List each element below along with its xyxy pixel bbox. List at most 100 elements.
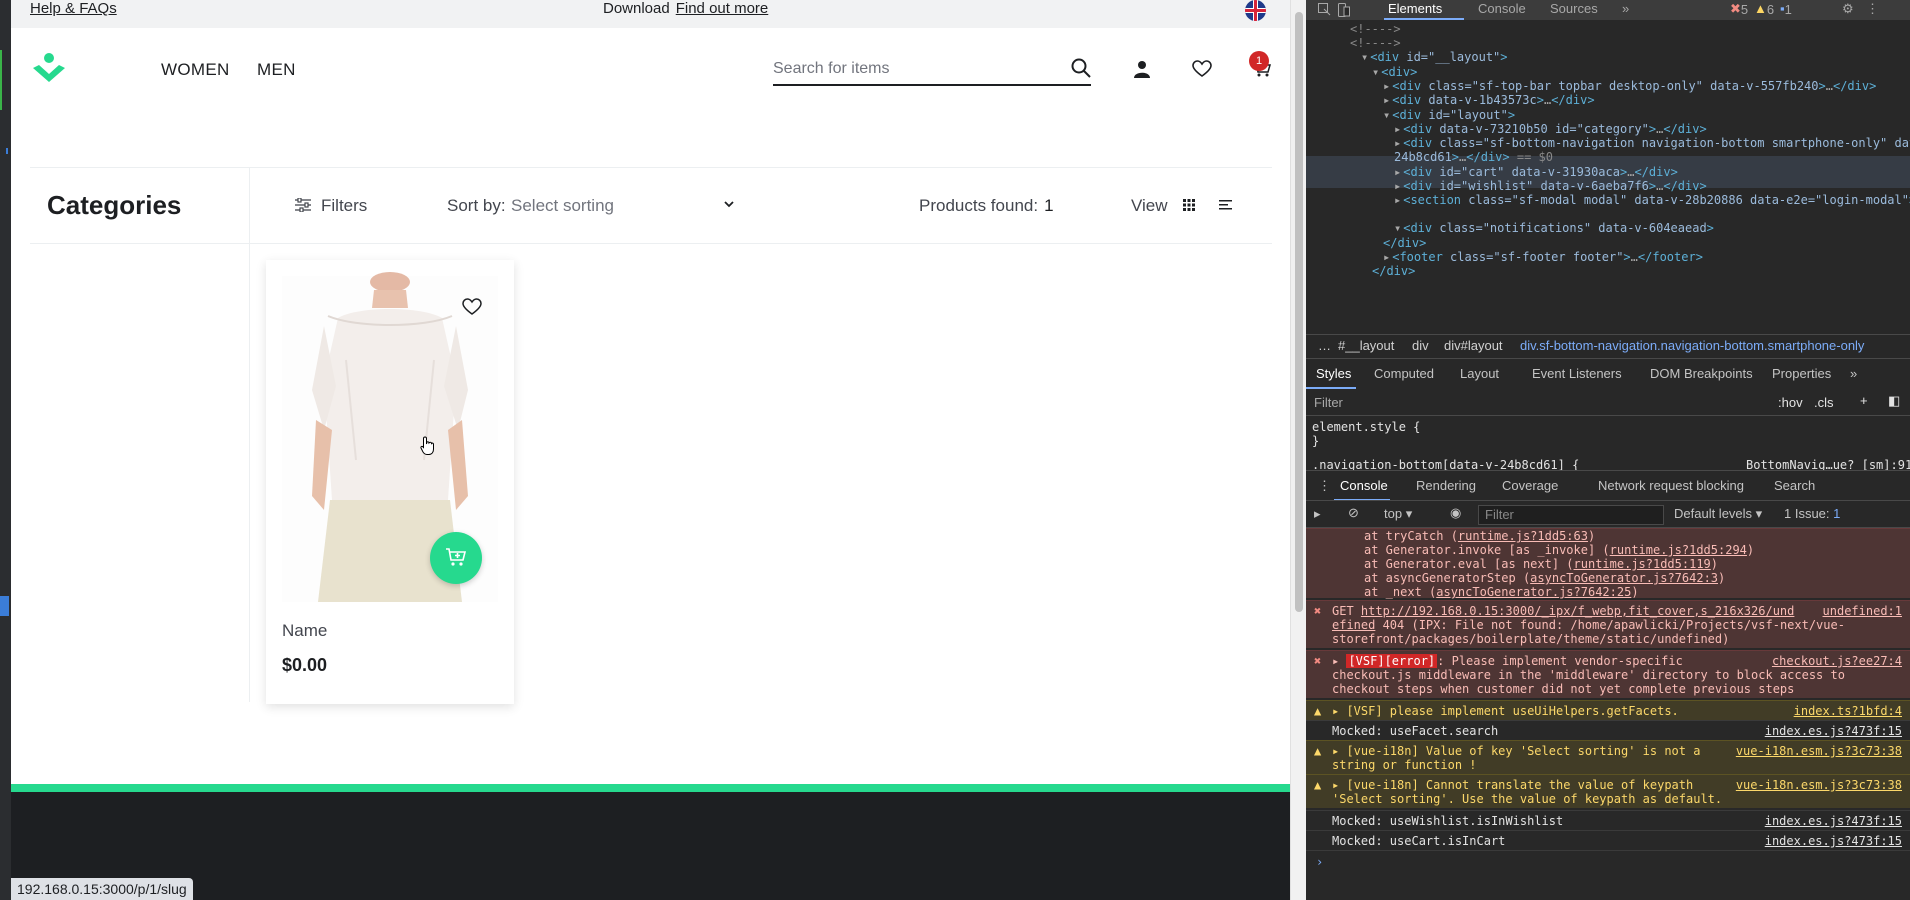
live-expression-eye-icon[interactable]: ◉ xyxy=(1450,505,1461,521)
element-style-rule[interactable]: element.style { xyxy=(1312,420,1420,434)
dom-node[interactable]: ▸ <div id="wishlist" data-v-6aeba7f6>…</d… xyxy=(1394,179,1707,193)
search-icon[interactable] xyxy=(1071,58,1091,78)
drawer-menu-icon[interactable]: ⋮ xyxy=(1318,478,1331,494)
tab-layout[interactable]: Layout xyxy=(1460,366,1499,381)
add-rule-icon[interactable]: + xyxy=(1860,393,1868,408)
console-toolbar: ▸ ⊘ top ▾ ◉ Filter Default levels ▾ 1 Is… xyxy=(1306,500,1910,528)
clear-console-icon[interactable]: ⊘ xyxy=(1348,505,1359,521)
dom-node[interactable]: ▾ <div id="layout"> xyxy=(1383,108,1515,122)
error-source-link[interactable]: undefined:1 xyxy=(1823,604,1902,618)
page-scrollbar[interactable] xyxy=(1290,0,1306,900)
scrollbar-thumb[interactable] xyxy=(1295,12,1303,612)
class-toggle[interactable]: .cls xyxy=(1814,395,1834,410)
breadcrumb-item-selected[interactable]: div.sf-bottom-navigation.navigation-bott… xyxy=(1520,338,1864,353)
dom-node[interactable]: ▾ <div class="notifications" data-v-604ea… xyxy=(1394,221,1714,235)
dom-node[interactable]: ▾ <div id="__layout"> xyxy=(1361,50,1508,64)
info-count-badge[interactable]: ▪ 1 xyxy=(1780,1,1792,17)
error-source-link[interactable]: checkout.js?ee27:4 xyxy=(1772,654,1902,668)
dom-node[interactable]: </div> xyxy=(1383,236,1426,250)
toggle-sidebar-icon[interactable]: ◧ xyxy=(1888,393,1900,409)
styles-filter-input[interactable]: Filter xyxy=(1314,395,1343,410)
dom-node[interactable]: ▸ <div class="sf-top-bar topbar desktop-o… xyxy=(1383,79,1876,93)
product-wishlist-heart-icon[interactable] xyxy=(462,298,482,316)
log-source-link[interactable]: index.es.js?473f:15 xyxy=(1765,834,1902,848)
tab-console-drawer[interactable]: Console xyxy=(1340,478,1388,493)
dom-node[interactable]: ▸ <div data-v-1b43573c>…</div> xyxy=(1383,93,1595,107)
tab-search[interactable]: Search xyxy=(1774,478,1815,493)
context-select[interactable]: top ▾ xyxy=(1384,506,1412,522)
log-source-link[interactable]: index.es.js?473f:15 xyxy=(1765,724,1902,738)
tab-sources[interactable]: Sources xyxy=(1550,1,1598,16)
tab-event-listeners[interactable]: Event Listeners xyxy=(1532,366,1622,381)
breadcrumb-item[interactable]: div#layout xyxy=(1444,338,1503,353)
warning-source-link[interactable]: vue-i18n.esm.js?3c73:38 xyxy=(1736,744,1902,758)
tab-properties[interactable]: Properties xyxy=(1772,366,1831,381)
more-tabs-icon[interactable]: » xyxy=(1622,1,1629,16)
dom-node[interactable]: ▸ <footer class="sf-footer footer">…</foo… xyxy=(1383,250,1703,264)
breadcrumb-ellipsis[interactable]: … xyxy=(1318,338,1331,353)
console-sidebar-icon[interactable]: ▸ xyxy=(1314,506,1321,522)
wishlist-heart-icon[interactable] xyxy=(1192,60,1212,78)
dom-node-selected[interactable]: ▸ <div class="sf-bottom-navigation naviga… xyxy=(1394,136,1910,164)
add-to-cart-button[interactable] xyxy=(430,532,482,584)
logo-icon[interactable] xyxy=(31,52,67,88)
console-filter-input[interactable]: Filter xyxy=(1478,505,1664,525)
help-faq-link[interactable]: Help & FAQs xyxy=(30,0,117,17)
tab-coverage[interactable]: Coverage xyxy=(1502,478,1558,493)
tab-elements[interactable]: Elements xyxy=(1388,1,1442,16)
dom-node[interactable]: </div> xyxy=(1372,264,1415,278)
find-out-more-link[interactable]: Find out more xyxy=(676,0,769,17)
product-name[interactable]: Name xyxy=(282,621,327,641)
cart-count-badge: 1 xyxy=(1249,51,1269,71)
product-card[interactable]: Name $0.00 xyxy=(266,260,514,704)
nav-women[interactable]: WOMEN xyxy=(161,60,230,80)
stack-frame-link[interactable]: runtime.js?1dd5:294 xyxy=(1610,543,1747,557)
dom-node[interactable]: ▸ <div data-v-73210b50 id="category">…</d… xyxy=(1394,122,1707,136)
list-view-icon[interactable] xyxy=(1219,199,1232,211)
stack-frame-link[interactable]: asyncToGenerator.js?7642:25 xyxy=(1436,585,1631,599)
tab-computed[interactable]: Computed xyxy=(1374,366,1434,381)
dom-node[interactable]: ▸ <div id="cart" data-v-31930aca>…</div> xyxy=(1394,165,1678,179)
stack-frame-link[interactable]: runtime.js?1dd5:63 xyxy=(1458,529,1588,543)
prompt-chevron-icon: › xyxy=(1316,855,1324,869)
warning-count-badge[interactable]: ▲ 6 xyxy=(1754,1,1774,17)
breadcrumb-item[interactable]: #__layout xyxy=(1338,338,1394,353)
sort-select[interactable]: Select sorting xyxy=(511,196,735,216)
error-count-badge[interactable]: ✖ 5 xyxy=(1730,1,1748,17)
dom-node[interactable]: ▸ <section class="sf-modal modal" data-v-… xyxy=(1394,193,1910,207)
device-toolbar-icon[interactable] xyxy=(1338,3,1350,17)
more-tabs-icon[interactable]: » xyxy=(1850,366,1857,381)
warning-icon: ▲ xyxy=(1314,704,1322,718)
grid-view-icon[interactable] xyxy=(1183,199,1195,211)
tab-network-request-blocking[interactable]: Network request blocking xyxy=(1598,478,1744,493)
dom-node[interactable]: <!----> xyxy=(1350,22,1401,36)
console-error-vsf: ✖ ▸ [VSF][error]: Please implement vendo… xyxy=(1306,650,1910,698)
hover-state-toggle[interactable]: :hov xyxy=(1778,395,1803,410)
warning-source-link[interactable]: index.ts?1bfd:4 xyxy=(1794,704,1902,718)
warning-icon: ▲ xyxy=(1314,744,1322,758)
request-url-link[interactable]: http://192.168.0.15:3000/_ipx/f_webp,fit… xyxy=(1361,604,1794,618)
settings-gear-icon[interactable]: ⚙ xyxy=(1842,1,1854,17)
dom-node[interactable]: <!----> xyxy=(1350,36,1401,50)
stack-frame-link[interactable]: asyncToGenerator.js?7642:3 xyxy=(1530,571,1718,585)
uk-flag-icon[interactable] xyxy=(1245,0,1266,21)
tab-rendering[interactable]: Rendering xyxy=(1416,478,1476,493)
dom-node[interactable]: ▾ <div> xyxy=(1372,65,1417,79)
issues-counter[interactable]: 1 Issue: 1 xyxy=(1784,506,1840,521)
filters-button[interactable]: Filters xyxy=(295,196,367,217)
log-levels-select[interactable]: Default levels ▾ xyxy=(1674,506,1762,522)
warning-icon: ▲ xyxy=(1314,778,1322,792)
tab-styles[interactable]: Styles xyxy=(1316,366,1351,381)
tab-console[interactable]: Console xyxy=(1478,1,1526,16)
warning-source-link[interactable]: vue-i18n.esm.js?3c73:38 xyxy=(1736,778,1902,792)
account-icon[interactable] xyxy=(1133,60,1151,78)
breadcrumb-item[interactable]: div xyxy=(1412,338,1429,353)
console-prompt[interactable]: › xyxy=(1306,850,1910,872)
inspect-element-icon[interactable] xyxy=(1318,3,1331,16)
search-input[interactable] xyxy=(773,52,1043,78)
tab-dom-breakpoints[interactable]: DOM Breakpoints xyxy=(1650,366,1753,381)
log-source-link[interactable]: index.es.js?473f:15 xyxy=(1765,814,1902,828)
stack-frame-link[interactable]: runtime.js?1dd5:119 xyxy=(1574,557,1711,571)
nav-men[interactable]: MEN xyxy=(257,60,296,80)
devtools-menu-icon[interactable]: ⋮ xyxy=(1866,1,1879,17)
